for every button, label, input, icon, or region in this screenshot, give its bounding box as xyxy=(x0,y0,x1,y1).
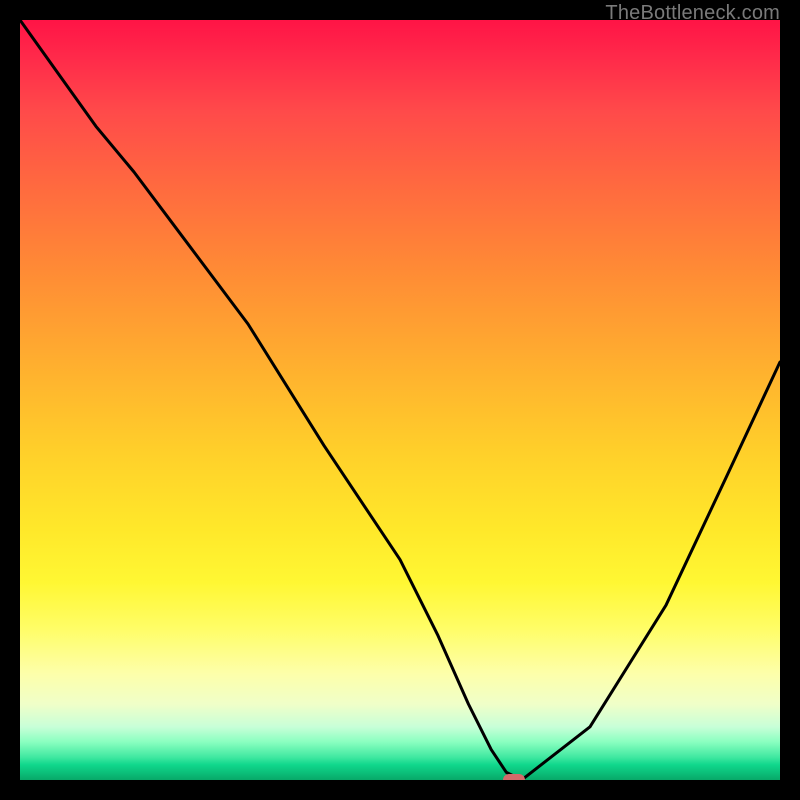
chart-frame: TheBottleneck.com xyxy=(0,0,800,800)
optimal-marker xyxy=(503,774,525,780)
bottleneck-curve xyxy=(20,20,780,780)
curve-path xyxy=(20,20,780,780)
plot-area xyxy=(20,20,780,780)
attribution-text: TheBottleneck.com xyxy=(605,2,780,25)
